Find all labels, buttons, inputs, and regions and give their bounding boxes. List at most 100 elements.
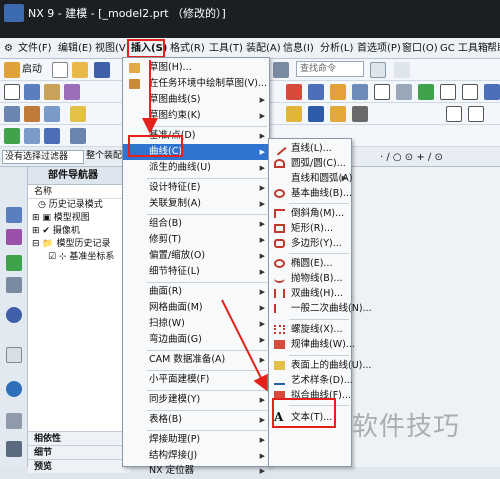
menu-assembly[interactable]: 装配(A) bbox=[246, 41, 281, 56]
assembly-navigator-icon[interactable] bbox=[6, 229, 22, 245]
menu-item-offset-scale[interactable]: 偏置/缩放(O) ▶ bbox=[123, 248, 269, 264]
menu-item-weld-assistant[interactable]: 焊接助理(P) ▶ bbox=[123, 432, 269, 448]
submenu-item-rectangle[interactable]: 矩形(R)... bbox=[269, 221, 351, 236]
edge-blend-icon[interactable] bbox=[286, 84, 302, 100]
render-icon[interactable] bbox=[396, 84, 412, 100]
model-views-node[interactable]: ⊞ ▣ 模型视图 bbox=[28, 212, 129, 225]
submenu-item-general-conic[interactable]: 一般二次曲线(N)... bbox=[269, 301, 372, 316]
reuse-library-icon[interactable] bbox=[6, 277, 22, 293]
menu-item-sketch-curve[interactable]: 草图曲线(S) ▶ bbox=[123, 92, 269, 108]
preview-panel[interactable]: 预览 bbox=[28, 459, 130, 473]
history-icon[interactable] bbox=[6, 347, 22, 363]
draft-icon[interactable] bbox=[352, 84, 368, 100]
column-header-name[interactable]: 名称 bbox=[28, 185, 129, 199]
menu-item-sketch[interactable]: 草图(H)... bbox=[123, 60, 269, 76]
snap-icon[interactable] bbox=[24, 128, 40, 144]
menu-edit[interactable]: 编辑(E) bbox=[58, 41, 92, 56]
submenu-item-polygon[interactable]: 多边形(Y)... bbox=[269, 236, 351, 251]
thread-icon[interactable] bbox=[286, 106, 302, 122]
menu-format[interactable]: 格式(R) bbox=[170, 41, 205, 56]
model-history-node[interactable]: ⊟ 📁 模型历史记录 bbox=[28, 238, 129, 251]
menu-item-synchronous-modeling[interactable]: 同步建模(Y) ▶ bbox=[123, 392, 269, 408]
transform-icon[interactable] bbox=[70, 128, 86, 144]
submenu-item-law-curve[interactable]: 规律曲线(W)... bbox=[269, 337, 355, 352]
save-icon[interactable] bbox=[94, 62, 110, 78]
menu-item-sketch-in-task[interactable]: 在任务环境中绘制草图(V)... bbox=[123, 76, 269, 92]
rotate-icon[interactable] bbox=[44, 106, 60, 122]
menu-view[interactable]: 视图(V) bbox=[95, 41, 130, 56]
menu-file[interactable]: 文件(F) bbox=[18, 41, 52, 56]
roles-icon[interactable] bbox=[6, 441, 22, 457]
menu-item-table[interactable]: 表格(B) ▶ bbox=[123, 412, 269, 428]
sphere-icon[interactable] bbox=[440, 84, 456, 100]
new-file-icon[interactable] bbox=[52, 62, 68, 78]
menu-item-mesh-surface[interactable]: 网格曲面(M) ▶ bbox=[123, 300, 269, 316]
menu-item-nx-locator[interactable]: NX 定位器 ▶ bbox=[123, 463, 269, 479]
part-navigator-icon[interactable] bbox=[6, 207, 22, 223]
fit-icon[interactable] bbox=[4, 106, 20, 122]
snap-point-icons[interactable]: · ∕ ○ ⊙ + ∕ ⊙ bbox=[380, 150, 443, 165]
wireframe-icon[interactable] bbox=[418, 84, 434, 100]
submenu-item-hyperbola[interactable]: 双曲线(H)... bbox=[269, 286, 351, 301]
pattern-icon[interactable] bbox=[352, 106, 368, 122]
triangle-icon[interactable] bbox=[446, 106, 462, 122]
menu-item-derived-curve[interactable]: 派生的曲线(U) ▶ bbox=[123, 160, 269, 176]
extrude-icon[interactable] bbox=[24, 84, 40, 100]
menu-preferences[interactable]: 首选项(P) bbox=[357, 41, 401, 56]
submenu-item-studio-spline[interactable]: 艺术样条(D)... bbox=[269, 373, 353, 388]
menu-item-associative-copy[interactable]: 关联复制(A) ▶ bbox=[123, 196, 269, 212]
help-icon[interactable] bbox=[394, 62, 410, 78]
submenu-item-basic-curves[interactable]: 基本曲线(B)... bbox=[269, 186, 352, 201]
sketch-icon[interactable] bbox=[4, 84, 20, 100]
menu-window[interactable]: 窗口(O) bbox=[402, 41, 438, 56]
menu-item-detail-feature[interactable]: 细节特征(L) ▶ bbox=[123, 264, 269, 280]
cube-icon[interactable] bbox=[484, 84, 500, 100]
toolbar-dropdown-icon[interactable] bbox=[273, 62, 289, 78]
submenu-item-chamfer[interactable]: 倒斜角(M)... bbox=[269, 206, 351, 221]
submenu-item-curve-on-surface[interactable]: 表面上的曲线(U)... bbox=[269, 358, 371, 373]
system-materials-icon[interactable] bbox=[6, 413, 22, 429]
menu-analysis[interactable]: 分析(L) bbox=[320, 41, 353, 56]
datum-csys-node[interactable]: ☑ ⊹ 基准坐标系 bbox=[28, 251, 129, 264]
command-search-input[interactable]: 查找命令 bbox=[296, 61, 364, 77]
dependencies-panel[interactable]: 相依性 bbox=[28, 431, 130, 445]
submenu-item-ellipse[interactable]: 椭圆(E)... bbox=[269, 256, 351, 271]
menu-item-surface[interactable]: 曲面(R) ▶ bbox=[123, 284, 269, 300]
box-icon[interactable] bbox=[462, 84, 478, 100]
selection-filter-dropdown[interactable]: 没有选择过滤器 bbox=[2, 150, 84, 164]
cylinder-icon[interactable] bbox=[308, 106, 324, 122]
menu-information[interactable]: 信息(I) bbox=[283, 41, 314, 56]
start-icon[interactable] bbox=[4, 62, 20, 78]
start-button[interactable]: 启动 bbox=[22, 62, 42, 77]
menu-tools[interactable]: 工具(T) bbox=[209, 41, 243, 56]
web-browser-icon[interactable] bbox=[6, 307, 22, 323]
menu-item-sweep[interactable]: 扫掠(W) ▶ bbox=[123, 316, 269, 332]
submenu-item-helix[interactable]: 螺旋线(X)... bbox=[269, 322, 351, 337]
select-icon[interactable] bbox=[4, 128, 20, 144]
constraint-navigator-icon[interactable] bbox=[6, 255, 22, 271]
open-folder-icon[interactable] bbox=[72, 62, 88, 78]
chamfer-icon[interactable] bbox=[308, 84, 324, 100]
search-icon[interactable] bbox=[370, 62, 386, 78]
shell-icon[interactable] bbox=[330, 84, 346, 100]
zoom-icon[interactable] bbox=[24, 106, 40, 122]
menu-item-sketch-constraint[interactable]: 草图约束(K) ▶ bbox=[123, 108, 269, 124]
menu-help[interactable]: 帮助 bbox=[487, 41, 500, 56]
clock-icon[interactable] bbox=[6, 381, 22, 397]
menu-item-combine[interactable]: 组合(B) ▶ bbox=[123, 216, 269, 232]
history-mode-node[interactable]: ◷ 历史记录模式 bbox=[28, 199, 129, 212]
view-icon[interactable] bbox=[374, 84, 390, 100]
cameras-node[interactable]: ⊞ ✔ 摄像机 bbox=[28, 225, 129, 238]
square-icon[interactable] bbox=[468, 106, 484, 122]
submenu-item-line[interactable]: 直线(L)... bbox=[269, 141, 351, 156]
menu-gc-toolbox[interactable]: GC 工具箱 bbox=[440, 41, 488, 56]
submenu-item-lines-and-arcs[interactable]: 直线和圆弧(A) ▶ bbox=[269, 171, 352, 186]
tube-icon[interactable] bbox=[330, 106, 346, 122]
menu-item-trim[interactable]: 修剪(T) ▶ bbox=[123, 232, 269, 248]
menu-item-flange-surface[interactable]: 弯边曲面(G) ▶ bbox=[123, 332, 269, 348]
menu-item-structure-weld[interactable]: 结构焊接(J) ▶ bbox=[123, 448, 269, 464]
submenu-item-arc-circle[interactable]: 圆弧/圆(C)... bbox=[269, 156, 351, 171]
filter-icon[interactable] bbox=[44, 128, 60, 144]
revolve-icon[interactable] bbox=[44, 84, 60, 100]
menu-item-cam-data-prep[interactable]: CAM 数据准备(A) ▶ bbox=[123, 352, 269, 368]
